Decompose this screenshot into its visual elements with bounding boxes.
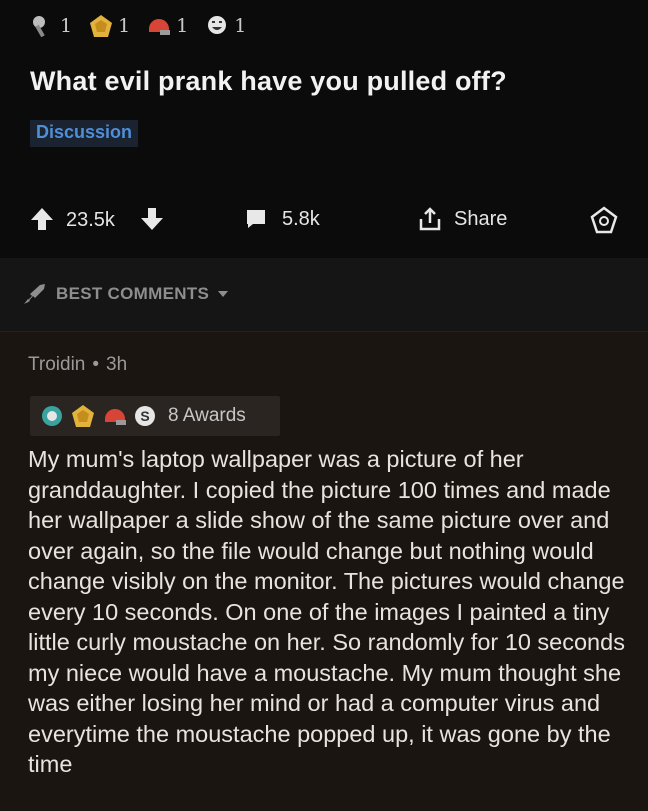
share-button[interactable]: Share [418, 204, 507, 234]
meta-separator: • [92, 354, 100, 375]
helmet-award-icon [104, 408, 126, 425]
post-flair[interactable]: Discussion [30, 120, 139, 147]
award-helmet[interactable]: 1 [146, 13, 198, 39]
laughing-award-icon [208, 16, 227, 34]
silver-award-icon [33, 16, 45, 38]
vote-score: 23.5k [66, 209, 115, 231]
comment-body: My mum's laptop wallpaper was a picture … [28, 446, 625, 777]
upvote-arrow-icon[interactable] [30, 206, 54, 232]
svg-text:S: S [140, 408, 149, 424]
award-laughing[interactable]: 1 [204, 13, 256, 39]
globe-award-icon [42, 406, 62, 426]
sort-label: BEST COMMENTS [56, 284, 210, 303]
downvote-arrow-icon[interactable] [140, 206, 164, 232]
awards-count-label: 8 Awards [168, 405, 246, 426]
comment-sort-bar: BEST COMMENTS [0, 258, 648, 332]
award-count: 1 [60, 15, 73, 37]
award-count: 1 [234, 15, 247, 37]
award-gold[interactable]: 1 [88, 13, 140, 39]
rocket-icon [24, 284, 45, 304]
sort-dropdown[interactable]: BEST COMMENTS [22, 282, 229, 306]
award-silver[interactable]: 1 [30, 13, 82, 39]
comment-age: 3h [106, 354, 128, 375]
save-award-icon[interactable] [590, 206, 618, 234]
award-count: 1 [176, 15, 189, 37]
comment-bubble-icon [247, 210, 265, 228]
gold-award-icon [72, 405, 94, 427]
comments-button[interactable]: 5.8k [244, 204, 320, 234]
comment-meta: Troidin • 3h [28, 354, 127, 376]
silver-dollar-award-icon: S [135, 406, 155, 426]
share-icon [419, 207, 441, 231]
chevron-down-icon [218, 291, 229, 297]
helmet-award-icon [149, 18, 171, 35]
share-label: Share [454, 207, 508, 230]
gold-award-icon [90, 15, 113, 37]
award-count: 1 [118, 15, 131, 37]
post-action-bar: 23.5k 5.8k Share [0, 196, 648, 246]
post-awards[interactable]: 1 1 1 1 [30, 10, 256, 42]
comment-awards[interactable]: S 8 Awards [30, 396, 280, 436]
comment-author[interactable]: Troidin [28, 354, 85, 375]
comments-count: 5.8k [282, 207, 320, 230]
post-card: 1 1 1 1 What evil prank have you pulled … [0, 0, 648, 258]
post-title[interactable]: What evil prank have you pulled off? [30, 66, 507, 97]
comment-card: Troidin • 3h S 8 Awards My mum's laptop wa… [0, 332, 648, 811]
